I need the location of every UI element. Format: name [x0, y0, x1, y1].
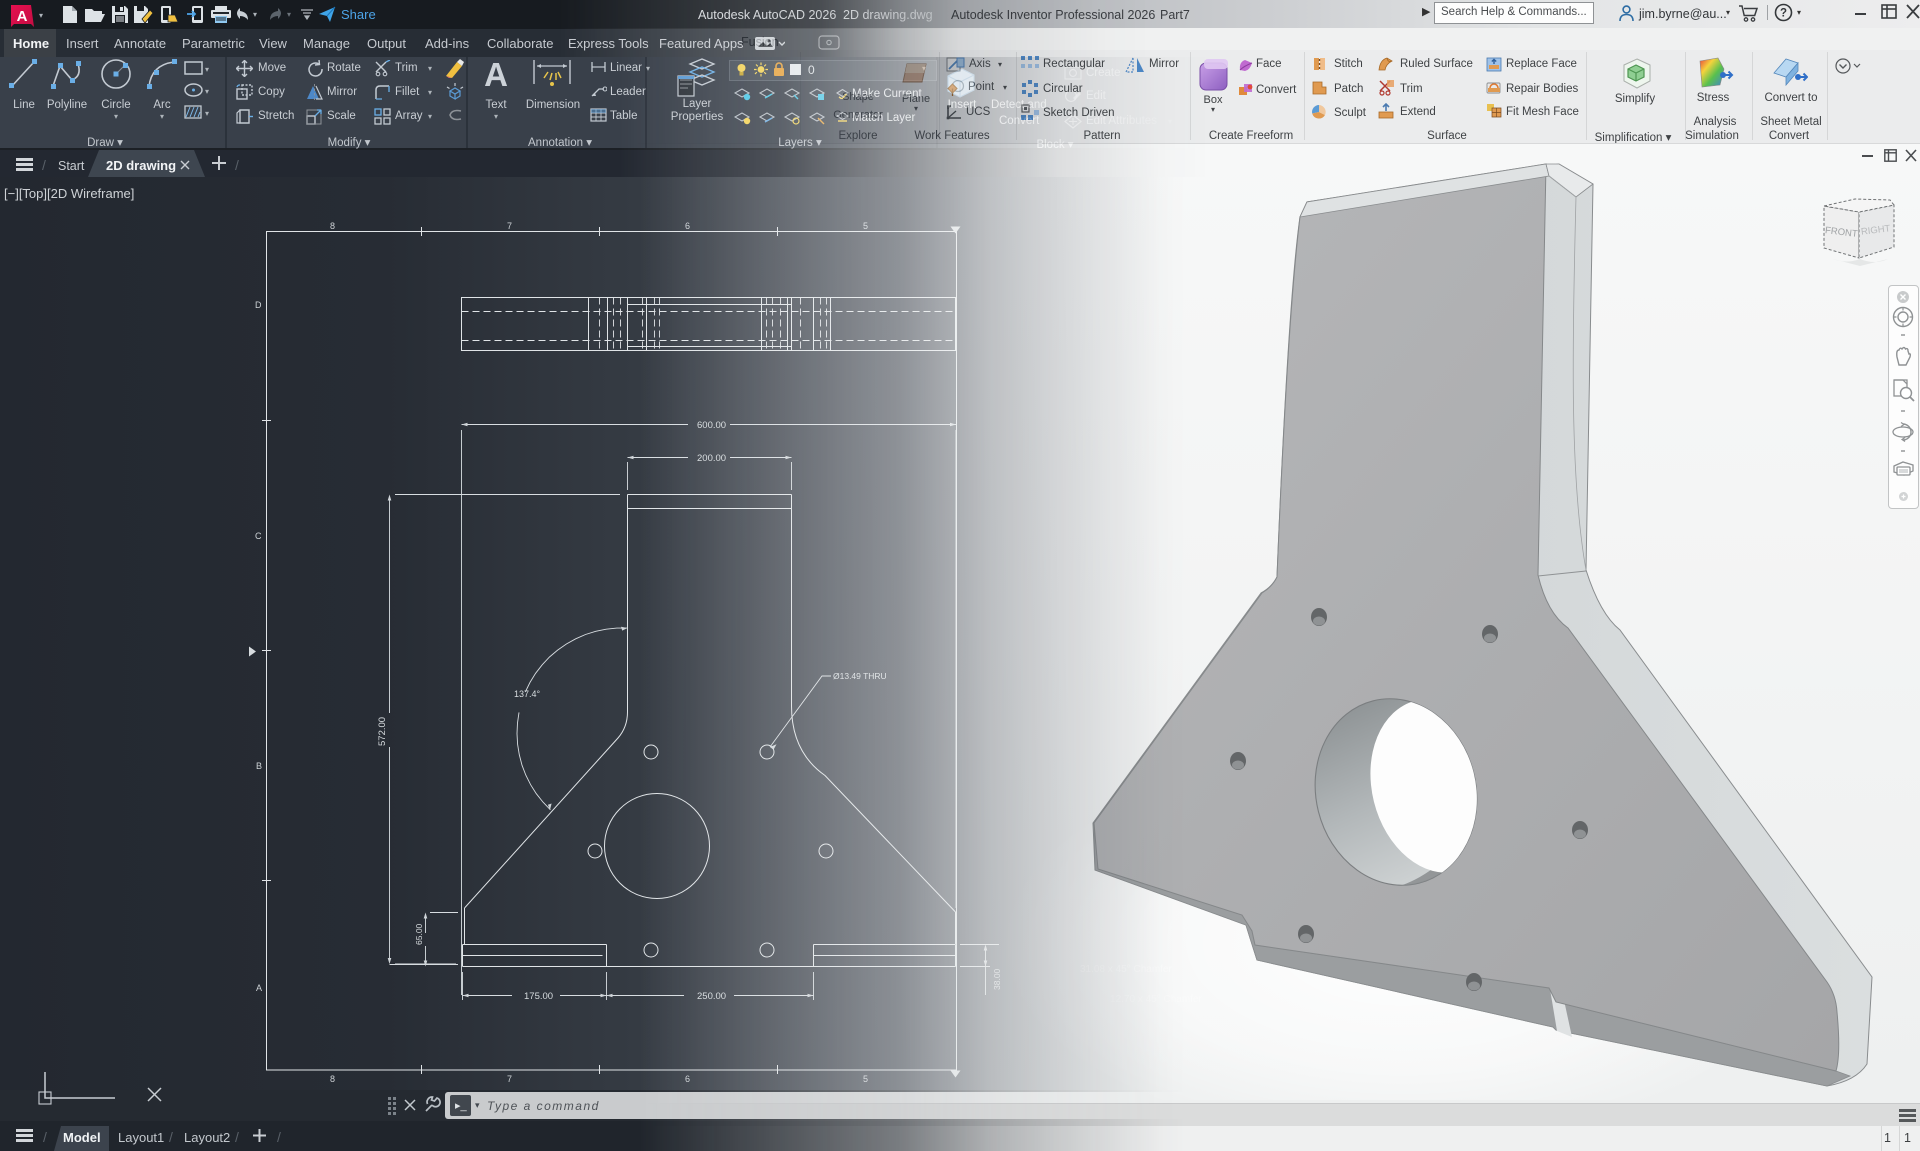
svg-text:175.00: 175.00: [524, 991, 553, 1002]
svg-text:5: 5: [863, 221, 868, 231]
svg-text:6: 6: [685, 221, 690, 231]
svg-text:38.00: 38.00: [992, 968, 1002, 990]
svg-text:137.4°: 137.4°: [514, 689, 541, 699]
svg-text:8: 8: [330, 221, 335, 231]
svg-text:65.00: 65.00: [414, 923, 424, 945]
svg-text:250.00: 250.00: [697, 991, 726, 1002]
svg-text:200.00: 200.00: [697, 453, 726, 464]
svg-text:600.00: 600.00: [697, 420, 726, 431]
svg-text:B: B: [256, 761, 262, 771]
svg-text:8: 8: [330, 1074, 335, 1084]
svg-text:5: 5: [863, 1074, 868, 1084]
svg-text:A: A: [256, 983, 262, 993]
svg-text:7: 7: [507, 221, 512, 231]
svg-text:Ø13.49 THRU: Ø13.49 THRU: [833, 671, 887, 681]
svg-text:D: D: [255, 300, 262, 310]
svg-text:7: 7: [507, 1074, 512, 1084]
svg-text:6: 6: [685, 1074, 690, 1084]
svg-text:C: C: [255, 531, 262, 541]
svg-text:572.00: 572.00: [377, 717, 388, 746]
